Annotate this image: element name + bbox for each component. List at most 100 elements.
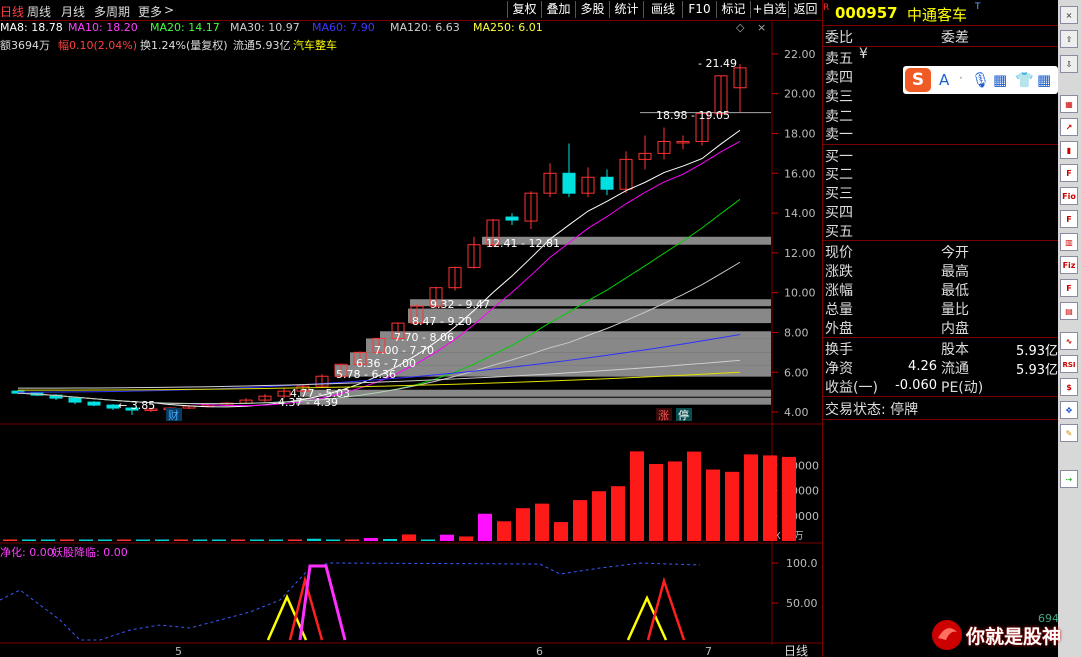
turnover-text: 换1.24%(量复权) [140,39,228,52]
weibi-label: 委比 [825,30,853,46]
sogou-logo-icon[interactable]: S [905,68,931,92]
doc-icon[interactable]: F [1060,210,1078,228]
grid-icon[interactable]: ▦ [1060,95,1078,113]
mark-button[interactable]: 标记 [716,1,750,18]
volume-bar [649,463,663,541]
close-icon[interactable]: × [1060,6,1078,24]
tab-monthly[interactable]: 月线 [61,3,85,20]
more-chevron-icon[interactable]: > [164,3,174,17]
chip-range-label: 12.41 - 12.81 [486,237,560,250]
capital-value: 5.93亿 [1016,344,1058,359]
back-button[interactable]: 返回 [788,1,822,18]
dragon-logo-icon [932,620,962,650]
stock-name: 中通客车 [907,6,968,24]
add-watchlist-button[interactable]: +自选 [750,1,788,18]
indicator-dashed-line [0,562,701,641]
volume-bar [269,539,283,541]
down-arrow-icon[interactable]: ⇩ [1060,55,1078,73]
ime-mode-icon[interactable]: A [939,71,949,89]
draw-line-button[interactable]: 画线 [643,1,682,18]
weicha-label: 委差 [941,30,969,46]
sell5-label: 卖五 [825,51,853,67]
statistics-button[interactable]: 统计 [609,1,643,18]
candle-icon[interactable]: ▮ [1060,141,1078,159]
watermark-logo: 694 你就是股神 [930,612,1080,652]
pencil-icon[interactable]: ✎ [1060,424,1078,442]
sector-text[interactable]: 汽车整车 [293,37,337,53]
chip-range-label: 18.98 - 19.05 [656,109,730,122]
ime-toolbar[interactable]: S A · 🎙 ▦ 👕 ▦ [903,66,1058,94]
volume-bar [60,539,74,541]
restore-button[interactable]: 复权 [507,1,541,18]
chip-range-label: 4.37 - 4.39 [278,396,338,409]
export-icon[interactable]: ⇢ [1060,470,1078,488]
eps-label: 收益(一) [825,380,878,396]
change-label: 涨跌 [825,264,853,280]
quote-summary: 额3694万 幅0.10(2.04%) 换1.24%(量复权) 流通5.93亿 … [0,36,780,53]
fio-icon[interactable]: Fio [1060,187,1078,205]
main-chart[interactable]: 22.00 20.00 18.00 16.00 14.00 12.00 10.00 8.00 6… [0,0,822,657]
tab-more[interactable]: 更多 [138,3,162,20]
cai-marker: 财 [168,408,179,422]
volume-bar [535,503,549,541]
volume-bar [668,461,682,541]
multi-stock-button[interactable]: 多股 [575,1,609,18]
tab-multi-period[interactable]: 多周期 [94,3,130,20]
ime-keyboard-icon[interactable]: ▦ [993,71,1007,89]
wave-icon[interactable]: ∿ [1060,332,1078,350]
trend-icon[interactable]: ↗ [1060,118,1078,136]
price-tick-label: 8.00 [784,326,809,339]
candle-body [562,172,576,194]
volume-bar [212,539,226,541]
chart-icon[interactable]: ▥ [1060,233,1078,251]
ime-dot-icon: · [959,71,963,85]
high-price-label: - 21.49 [698,57,737,70]
ma60-label: MA60: 7.90 [312,21,375,34]
volume-bar [364,537,378,541]
price-tick-label: 18.00 [784,128,816,141]
rsi-icon[interactable]: RSI [1060,355,1078,373]
volume-bar [231,539,245,541]
f-icon[interactable]: F [1060,164,1078,182]
tab-daily[interactable]: 日线 [0,3,24,20]
price-tick-label: 12.00 [784,247,816,260]
move-icon[interactable]: ✥ [1060,401,1078,419]
watermark-text: 你就是股神 [966,626,1062,648]
buy1-label: 买一 [825,149,853,165]
up-arrow-icon[interactable]: ⇧ [1060,30,1078,48]
price-tick-label: 4.00 [784,406,809,419]
chip-range-label: 7.70 - 8.06 [394,331,454,344]
indicator-tick-label: 100.0 [786,557,818,570]
tab-weekly[interactable]: 周线 [27,3,51,20]
volume-bar [307,538,321,541]
chip-range-label: 5.78 - 6.36 [336,368,396,381]
sell5-unit: ¥ [859,46,868,62]
volume-bar [478,513,492,541]
outer-label: 外盘 [825,321,853,337]
change-text: 幅0.10(2.04%) [58,39,138,52]
price-tick-label: 10.00 [784,287,816,300]
date-label: 7 [705,645,712,657]
sell1-label: 卖一 [825,127,853,143]
money-icon[interactable]: $ [1060,378,1078,396]
ime-voice-icon[interactable]: 🎙 [971,71,990,89]
fiz-icon[interactable]: Fiz [1060,256,1078,274]
volume-bar [3,539,17,541]
volume-bar [706,469,720,541]
close-icon[interactable]: × [757,21,766,34]
volume-bar [250,539,264,541]
diamond-icon[interactable]: ◇ [736,21,744,34]
fs-icon[interactable]: F [1060,279,1078,297]
overlay-button[interactable]: 叠加 [541,1,575,18]
ime-menu-icon[interactable]: ▦ [1037,71,1051,89]
turnover-label: 换手 [825,342,853,358]
stock-code: 000957 [835,4,898,22]
quote-panel: R 000957 中通客车 T 委比 委差 卖五 ¥ 卖四 卖三 卖二 卖一 买… [822,0,1059,657]
net-asset-value: 4.26 [908,359,937,374]
flag-t: T [975,2,981,12]
f10-button[interactable]: F10 [682,1,716,18]
inner-label: 内盘 [941,321,969,337]
date-label: 5 [175,645,182,657]
ime-skin-icon[interactable]: 👕 [1015,71,1034,89]
table-icon[interactable]: ▤ [1060,302,1078,320]
